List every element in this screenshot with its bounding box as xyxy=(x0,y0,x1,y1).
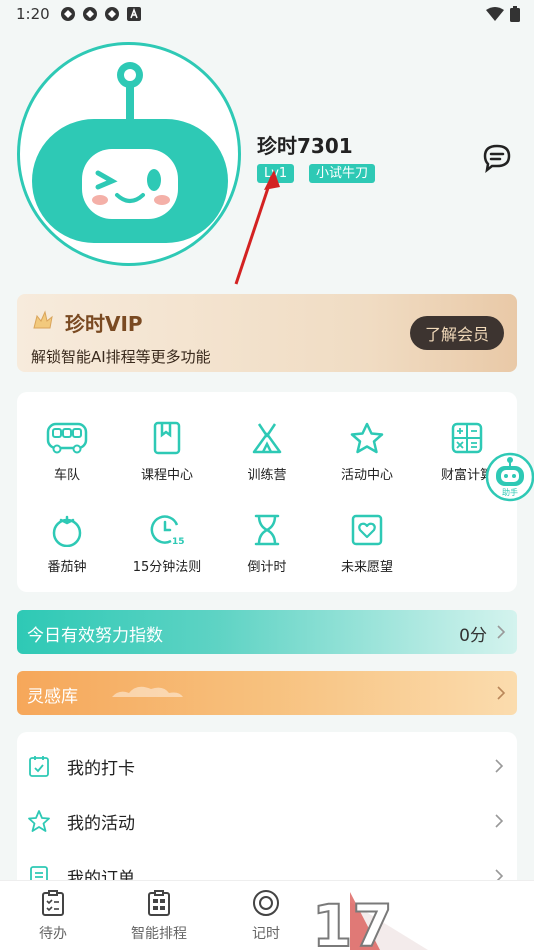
feature-pomodoro[interactable]: 番茄钟 xyxy=(17,508,117,588)
annotation-arrow xyxy=(234,170,280,285)
feature-label: 课程中心 xyxy=(140,468,193,483)
bus-icon xyxy=(46,422,88,454)
feature-label: 训练营 xyxy=(247,468,287,483)
avatar[interactable] xyxy=(17,42,241,266)
feature-training-camp[interactable]: 训练营 xyxy=(217,416,317,496)
effort-title: 今日有效努力指数 xyxy=(27,626,163,646)
list-item-activities[interactable]: 我的活动 xyxy=(17,793,517,849)
feature-future-wishes[interactable]: 未来愿望 xyxy=(317,508,417,588)
feature-grid: 车队 课程中心 训练营 活动中心 财富计算 番茄钟 15 15分钟法则 倒计时 … xyxy=(17,392,517,592)
book-icon xyxy=(153,421,181,455)
effort-index-bar[interactable]: 今日有效努力指数 0分 xyxy=(17,610,517,654)
app-notification-icon xyxy=(104,6,120,22)
app-notification-icon xyxy=(60,6,76,22)
nav-smart-schedule[interactable]: 智能排程 xyxy=(119,889,199,949)
feature-label: 番茄钟 xyxy=(47,560,87,575)
effort-value: 0分 xyxy=(459,626,487,646)
calendar-check-icon xyxy=(29,756,49,777)
my-list: 我的打卡 我的活动 我的订单 xyxy=(17,732,517,892)
notification-icons xyxy=(60,6,142,22)
feature-label: 车队 xyxy=(53,468,80,483)
list-item-label: 我的活动 xyxy=(67,814,135,834)
hourglass-icon xyxy=(254,514,280,546)
chevron-right-icon xyxy=(495,759,504,773)
feature-label: 15分钟法则 xyxy=(132,560,202,575)
wifi-icon xyxy=(486,7,504,21)
feature-label: 倒计时 xyxy=(247,560,287,575)
watermark-logo: 17 xyxy=(311,891,428,950)
app-notification-icon xyxy=(82,6,98,22)
feature-15-minute-rule[interactable]: 15 15分钟法则 xyxy=(117,508,217,588)
svg-text:17: 17 xyxy=(312,892,393,950)
message-icon[interactable] xyxy=(480,140,514,174)
vip-title: 珍时VIP xyxy=(65,312,143,336)
heart-card-icon xyxy=(351,514,383,546)
feature-fleet[interactable]: 车队 xyxy=(17,416,117,496)
timer-15-icon: 15 xyxy=(150,515,185,547)
star-outline-icon xyxy=(28,810,50,832)
status-right xyxy=(486,6,520,22)
title-badge: 小试牛刀 xyxy=(309,164,376,183)
star-icon xyxy=(350,422,384,454)
checklist-icon xyxy=(42,890,64,916)
list-item-checkin[interactable]: 我的打卡 xyxy=(17,738,517,794)
nav-label: 待办 xyxy=(39,926,67,942)
username: 珍时7301 xyxy=(257,134,353,158)
bottom-nav: 待办 智能排程 记时 xyxy=(0,880,534,951)
nav-todo[interactable]: 待办 xyxy=(13,889,93,949)
vip-crown-icon xyxy=(33,310,53,329)
svg-text:15: 15 xyxy=(172,537,185,547)
inspiration-library-bar[interactable]: 灵感库 xyxy=(17,671,517,715)
feature-label: 未来愿望 xyxy=(340,560,393,575)
feature-label: 活动中心 xyxy=(340,468,393,483)
status-time: 1:20 xyxy=(16,5,50,23)
assistant-label: 助手 xyxy=(502,487,518,497)
tent-icon xyxy=(252,423,282,454)
vip-banner[interactable]: 珍时VIP 解锁智能AI排程等更多功能 了解会员 xyxy=(17,294,517,372)
target-icon xyxy=(253,890,279,916)
schedule-icon xyxy=(148,890,170,916)
feature-course-center[interactable]: 课程中心 xyxy=(117,416,217,496)
status-bar: 1:20 xyxy=(0,0,534,30)
list-item-label: 我的打卡 xyxy=(67,759,135,779)
feature-activity-center[interactable]: 活动中心 xyxy=(317,416,417,496)
feature-countdown[interactable]: 倒计时 xyxy=(217,508,317,588)
nav-label: 智能排程 xyxy=(131,926,187,942)
chevron-right-icon xyxy=(497,625,506,639)
inspiration-title: 灵感库 xyxy=(27,687,78,707)
learn-membership-button[interactable]: 了解会员 xyxy=(410,316,504,350)
robot-avatar-icon xyxy=(32,62,228,243)
chevron-right-icon xyxy=(495,814,504,828)
chevron-right-icon xyxy=(497,686,506,700)
vip-subtitle: 解锁智能AI排程等更多功能 xyxy=(31,348,211,366)
cloud-decoration-icon xyxy=(112,686,183,697)
nav-label: 记时 xyxy=(252,926,280,942)
keyboard-a-icon xyxy=(126,6,142,22)
assistant-button[interactable]: 助手 xyxy=(485,452,534,502)
tomato-icon xyxy=(52,515,82,547)
assistant-robot-icon: 助手 xyxy=(485,452,534,502)
battery-icon xyxy=(510,6,520,22)
nav-timer[interactable]: 记时 xyxy=(226,889,306,949)
calculator-icon xyxy=(451,422,483,454)
